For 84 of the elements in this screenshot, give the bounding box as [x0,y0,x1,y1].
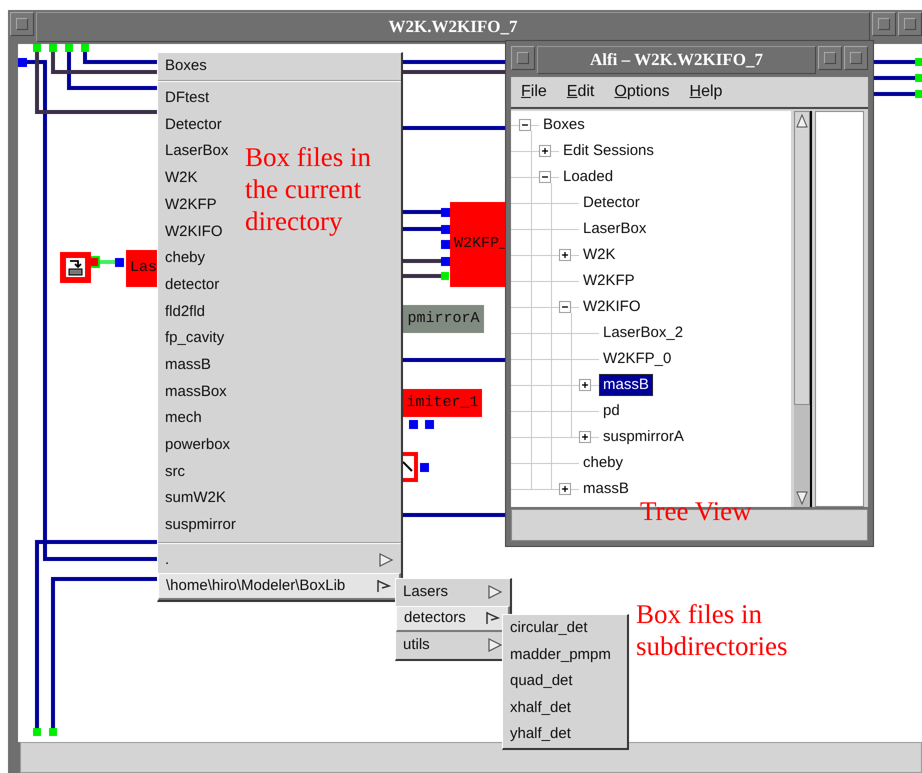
tree-item[interactable]: W2KFP_0 [599,348,676,370]
restore-button[interactable] [818,46,842,70]
menu-item[interactable]: src [165,460,185,484]
submenu-arrow-icon [376,579,392,594]
submenu-arrow-icon [485,611,501,626]
tree-item[interactable]: LaserBox_2 [599,322,688,344]
expand-toggle-icon[interactable] [579,431,591,443]
scroll-up-icon[interactable] [796,114,808,128]
wire [873,76,918,80]
tree-item[interactable]: Detector [579,192,644,214]
expand-toggle-icon[interactable] [559,483,571,495]
collapse-toggle-icon[interactable] [559,301,571,313]
block-label[interactable]: pmirrorA [403,305,484,333]
switch-block[interactable] [403,452,418,482]
scrollbar[interactable] [794,111,812,507]
menu-bar-item[interactable]: File [521,80,547,104]
expand-toggle-icon[interactable] [579,379,591,391]
menu-item[interactable]: W2KFP [165,194,217,216]
menu-item[interactable]: powerbox [165,434,230,457]
annotation-text: Box files in the current directory [245,141,371,237]
menu-item[interactable]: detector [165,274,220,296]
block-label[interactable]: W2KFP_ [450,202,505,287]
block-icon[interactable] [60,252,91,283]
menu-item[interactable]: detectors [396,606,510,632]
tree-item[interactable]: W2KIFO [579,296,645,318]
tree-item[interactable]: massB [579,478,633,500]
tree-item[interactable]: LaserBox [579,218,650,240]
menu-item[interactable]: cheby [165,247,206,270]
submenu-arrow-icon [487,585,503,600]
tree-item[interactable]: W2K [579,244,620,266]
tree-item[interactable]: cheby [579,452,628,474]
menu-item[interactable]: circular_det [510,617,588,640]
tree-item[interactable]: Loaded [559,166,618,188]
wire [873,60,918,64]
menu-item[interactable]: fp_cavity [165,327,224,350]
scroll-down-icon[interactable] [796,491,808,505]
restore-button[interactable] [872,12,896,36]
tree-item[interactable]: suspmirrorA [599,426,688,448]
tree-item[interactable]: Boxes [539,114,589,136]
menu-item[interactable]: madder_pmpm [510,644,611,666]
tree-item[interactable]: pd [599,400,624,422]
menu-item[interactable]: DFtest [165,87,210,110]
window-menu-button[interactable] [10,12,34,36]
tree-item[interactable]: massB [599,374,653,396]
menu-bar-item[interactable]: Help [690,80,722,104]
menu-item[interactable]: yhalf_det [510,723,571,746]
tree-item[interactable]: Edit Sessions [559,140,658,162]
submenu-arrow-icon [487,638,503,652]
menu-item[interactable]: utils [403,634,430,656]
menu-item[interactable]: \home\hiro\Modeler\BoxLib [158,573,401,600]
menu-item[interactable]: Lasers [403,581,448,604]
menu-item[interactable]: sumW2K [165,487,226,510]
block-label[interactable]: Las [126,250,157,287]
maximize-button[interactable] [898,12,922,36]
window-title: Alfi – W2K.W2KIFO_7 [537,46,816,74]
window-title: W2K.W2KIFO_7 [36,12,870,42]
menu-item[interactable]: fld2fld [165,300,206,324]
menu-item[interactable]: massB [165,354,211,376]
menu-item[interactable]: quad_det [510,670,573,693]
menu-item[interactable]: . [165,548,170,572]
menu-bar-item[interactable]: Options [614,80,670,104]
menu-title: Boxes [164,56,208,76]
wire [873,92,918,96]
expand-toggle-icon[interactable] [559,249,571,261]
maximize-button[interactable] [844,46,868,70]
collapse-toggle-icon[interactable] [539,171,551,183]
menu-item[interactable]: massBox [165,380,227,404]
submenu-arrow-icon [378,553,394,568]
menu-item[interactable]: Detector [165,114,222,136]
menu-item[interactable]: suspmirror [165,514,236,537]
menu-bar-item[interactable]: Edit [566,80,594,104]
tree-item[interactable]: W2KFP [579,270,639,292]
window-menu-button[interactable] [511,46,535,70]
annotation-text: Box files in subdirectories [636,598,788,662]
block-label[interactable]: imiter_1 [403,389,482,417]
expand-toggle-icon[interactable] [539,145,551,157]
annotation-text: Tree View [640,495,752,527]
menu-item[interactable]: xhalf_det [510,696,571,720]
port[interactable] [89,256,100,268]
menu-item[interactable]: W2KIFO [165,220,223,244]
menu-item[interactable]: LaserBox [165,140,228,163]
menu-item[interactable]: mech [165,407,202,430]
menu-item[interactable]: W2K [165,167,198,190]
collapse-toggle-icon[interactable] [519,119,531,131]
